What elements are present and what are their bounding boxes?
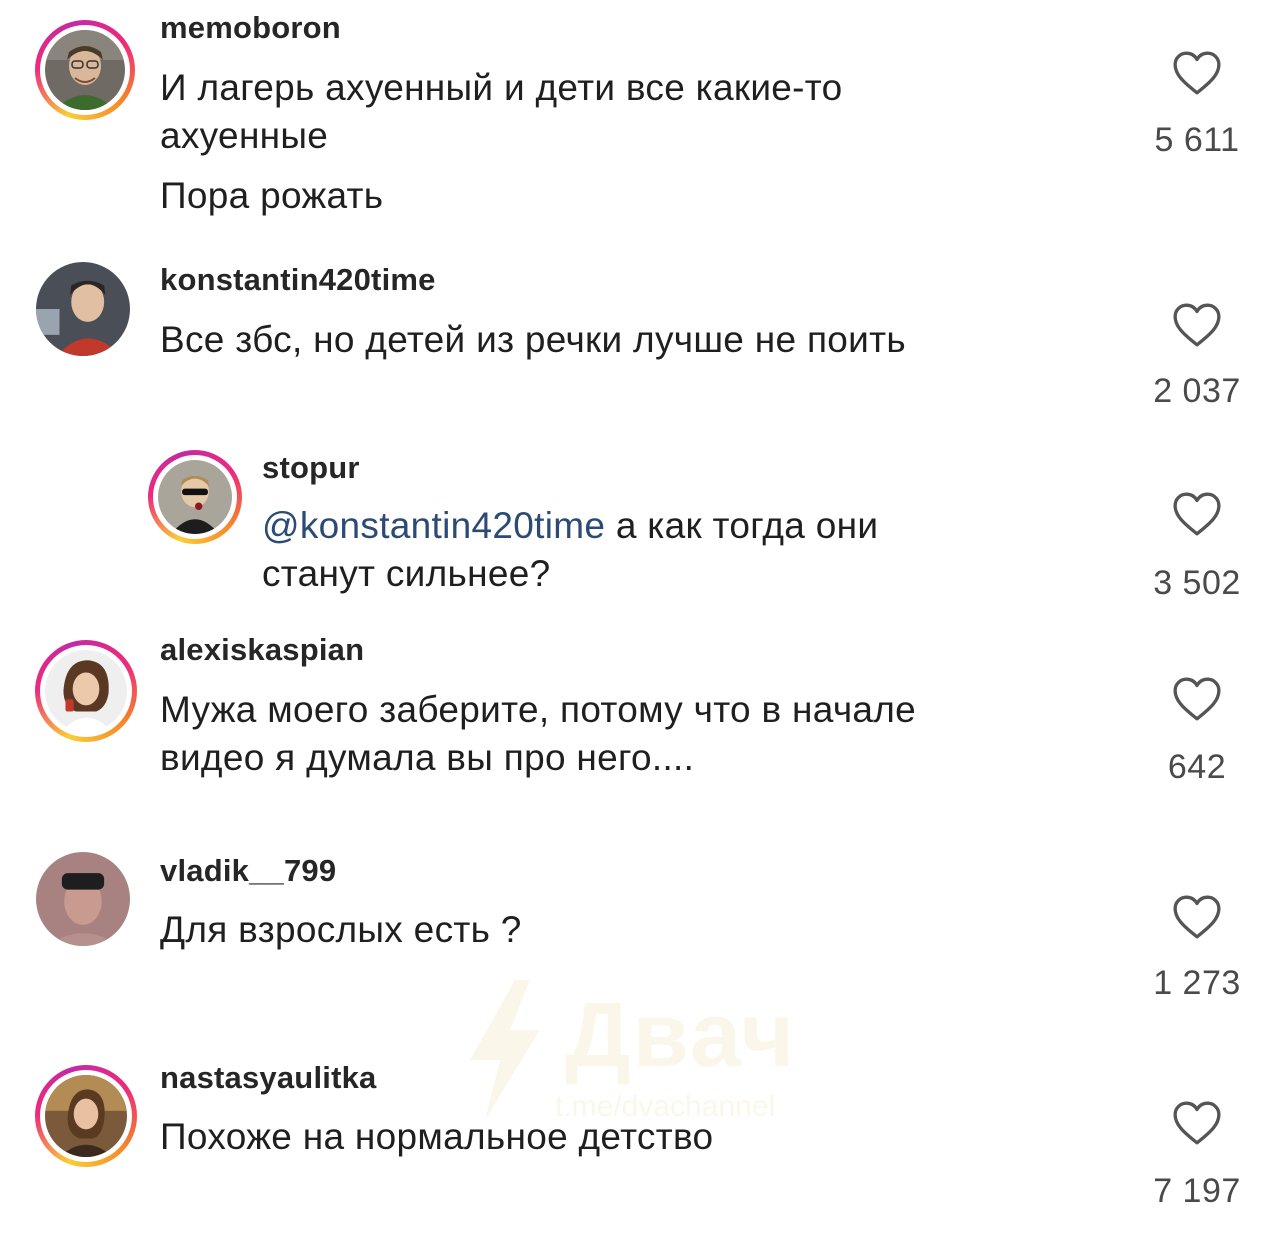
comment-text-line: Все збс, но детей из речки лучше не поит… (160, 319, 906, 360)
comment-text-line: Для взрослых есть ? (160, 909, 522, 950)
avatar-story-ring[interactable] (35, 640, 137, 742)
comment-username[interactable]: stopur (262, 450, 360, 486)
avatar (45, 1075, 127, 1157)
comment-text: Все збс, но детей из речки лучше не поит… (160, 316, 906, 364)
like-count: 3 502 (1153, 564, 1241, 602)
watermark-title: Двач (565, 984, 797, 1086)
heart-icon (1173, 895, 1221, 939)
comment-text: Мужа моего заберите, потому что в начале… (160, 686, 916, 782)
avatar (36, 852, 130, 946)
comment-text-line: ахуенные (160, 115, 329, 156)
like-count: 642 (1167, 748, 1227, 786)
comment-text: Похоже на нормальное детство (160, 1113, 713, 1161)
comment-text-line: станут сильнее? (262, 553, 551, 594)
avatar-story-ring[interactable] (148, 450, 242, 544)
comment-text: Для взрослых есть ? (160, 906, 522, 954)
comment-text-line: @konstantin420time а как тогда они (262, 502, 878, 550)
avatar (45, 650, 127, 732)
comment-text-line: Мужа моего заберите, потому что в начале (160, 689, 917, 730)
lightning-icon (470, 980, 540, 1120)
comment-text-line: видео я думала вы про него.... (160, 737, 695, 778)
avatar (158, 460, 232, 534)
comment-text-line: И лагерь ахуенный и дети все какие-то (160, 67, 843, 108)
heart-icon (1173, 1101, 1221, 1145)
heart-icon (1173, 303, 1221, 347)
comment-username[interactable]: alexiskaspian (160, 632, 364, 668)
like-button[interactable] (1137, 894, 1257, 940)
comment-text: @konstantin420time а как тогда они стану… (262, 502, 878, 598)
like-button[interactable] (1137, 1100, 1257, 1146)
watermark: Двач t.me/dvachannel (455, 975, 835, 1135)
like-count: 2 037 (1153, 372, 1241, 410)
like-button[interactable] (1137, 491, 1257, 537)
avatar-story-ring[interactable] (35, 1065, 137, 1167)
avatar (36, 262, 130, 356)
like-count: 5 611 (1154, 121, 1240, 159)
like-count: 1 273 (1153, 964, 1241, 1002)
comment-text: И лагерь ахуенный и дети все какие-то ах… (160, 64, 843, 220)
like-button[interactable] (1137, 676, 1257, 722)
heart-icon (1173, 51, 1221, 95)
avatar (45, 30, 125, 110)
like-count: 7 197 (1153, 1172, 1241, 1210)
comment-username[interactable]: konstantin420time (160, 262, 436, 298)
like-button[interactable] (1137, 50, 1257, 96)
comment-username[interactable]: vladik__799 (160, 853, 336, 889)
comment-text-line: Пора рожать (160, 175, 384, 216)
avatar-container[interactable] (30, 846, 136, 952)
like-button[interactable] (1137, 302, 1257, 348)
avatar-story-ring[interactable] (35, 20, 135, 120)
avatar-container[interactable] (30, 256, 136, 362)
comment-username[interactable]: memoboron (160, 10, 341, 46)
heart-icon (1173, 677, 1221, 721)
mention-link[interactable]: @konstantin420time (262, 505, 605, 546)
comment-username[interactable]: nastasyaulitka (160, 1060, 376, 1096)
comment-text-segment: а как тогда они (605, 505, 879, 546)
heart-icon (1173, 492, 1221, 536)
comment-text-line: Похоже на нормальное детство (160, 1116, 714, 1157)
